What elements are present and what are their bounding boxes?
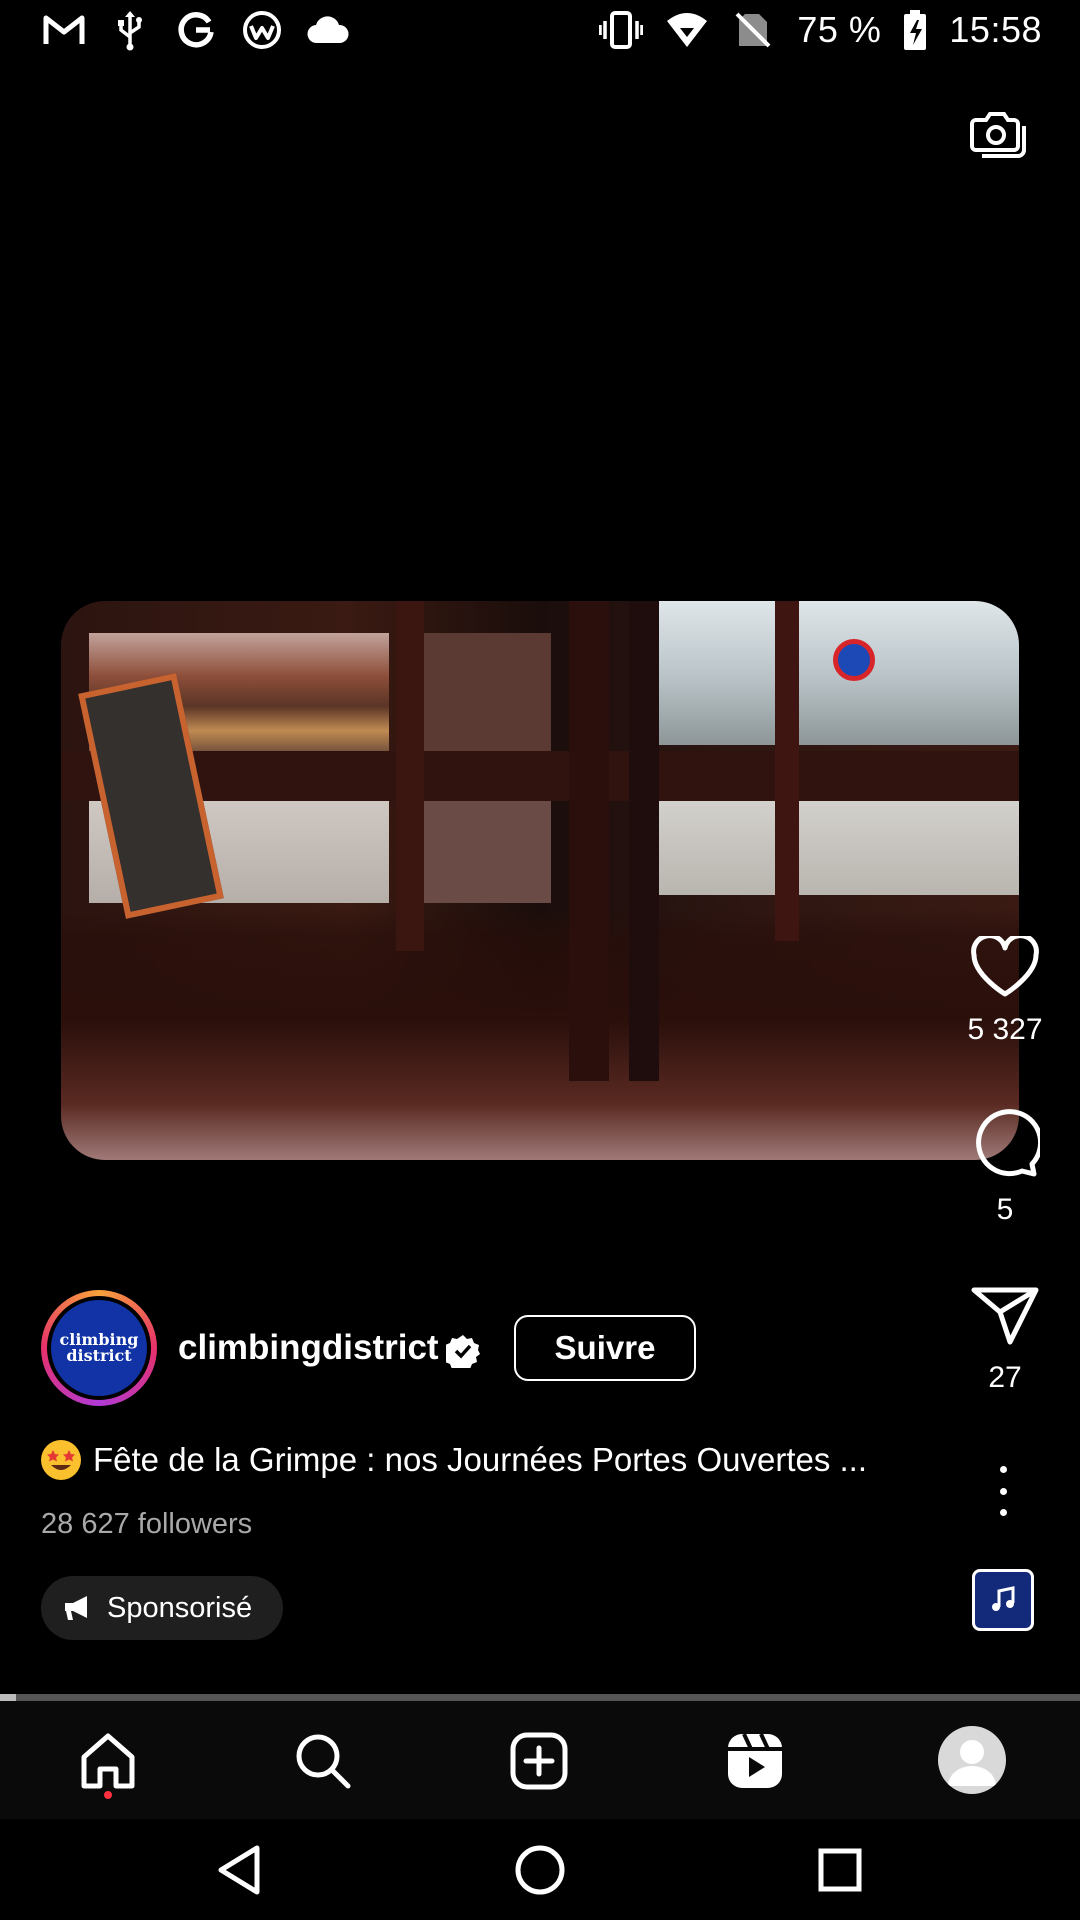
video-frame-post-1	[396, 601, 424, 951]
video-frame-post-3	[775, 601, 799, 941]
follow-button[interactable]: Suivre	[514, 1315, 696, 1381]
vibrate-icon	[599, 8, 644, 52]
battery-percent: 75 %	[797, 9, 882, 50]
more-dot-icon	[999, 1466, 1007, 1473]
system-recents-button[interactable]	[810, 1840, 870, 1900]
status-bar: 75 % 15:58	[0, 0, 1080, 62]
battery-charging-icon	[903, 8, 927, 52]
post-caption[interactable]: Fête de la Grimpe : nos Journées Portes …	[41, 1440, 941, 1480]
audio-thumbnail[interactable]	[972, 1569, 1034, 1631]
verified-badge-icon	[443, 1334, 480, 1373]
comment-button[interactable]: 5	[960, 1108, 1050, 1227]
video-window-mid-top	[421, 633, 551, 755]
account-avatar[interactable]: climbing district	[41, 1290, 157, 1406]
system-back-button[interactable]	[210, 1840, 270, 1900]
reel-video[interactable]	[61, 601, 1019, 1160]
star-struck-emoji-icon	[41, 1440, 81, 1480]
profile-icon	[948, 1740, 996, 1786]
music-note-icon	[992, 1586, 1015, 1611]
video-frame-post-4	[629, 601, 659, 1081]
system-home-button[interactable]	[510, 1840, 570, 1900]
sponsored-label: Sponsorisé	[107, 1591, 253, 1624]
nav-reels[interactable]	[720, 1726, 790, 1796]
home-circle-icon	[515, 1845, 565, 1895]
no-sim-icon	[731, 8, 775, 52]
nav-profile[interactable]	[938, 1726, 1006, 1794]
account-logo: climbing district	[51, 1300, 147, 1396]
nav-home[interactable]	[73, 1726, 143, 1796]
google-icon	[174, 8, 218, 52]
video-frame-post-2	[569, 601, 609, 1081]
sponsored-badge[interactable]: Sponsorisé	[41, 1576, 284, 1640]
gmail-icon	[42, 8, 86, 52]
app-icon	[240, 8, 284, 52]
video-progress-fill	[0, 1694, 17, 1701]
search-icon	[296, 1734, 351, 1789]
megaphone-icon	[65, 1596, 87, 1620]
send-icon	[971, 1287, 1039, 1345]
video-frame-bar	[61, 751, 1019, 801]
nav-create[interactable]	[504, 1726, 574, 1796]
camera-button[interactable]	[968, 104, 1028, 164]
comment-count: 5	[996, 1193, 1014, 1226]
comment-icon	[976, 1109, 1044, 1177]
clock: 15:58	[949, 9, 1042, 50]
account-username[interactable]: climbingdistrict	[178, 1328, 439, 1368]
video-window-right-bottom	[659, 797, 1019, 895]
cloud-icon	[306, 8, 350, 52]
video-progress-track[interactable]	[0, 1694, 1080, 1701]
back-icon	[218, 1845, 260, 1895]
home-icon	[81, 1733, 135, 1789]
share-count: 27	[988, 1361, 1022, 1394]
nav-search[interactable]	[288, 1726, 358, 1796]
like-count: 5 327	[967, 1013, 1043, 1046]
status-left-icons	[42, 8, 350, 52]
camera-icon	[970, 112, 1026, 158]
caption-text: Fête de la Grimpe : nos Journées Portes …	[93, 1441, 868, 1478]
share-button[interactable]: 27	[960, 1286, 1050, 1395]
more-options-button[interactable]	[990, 1466, 1016, 1516]
no-parking-sign	[833, 639, 875, 681]
usb-icon	[108, 8, 152, 52]
heart-icon	[971, 933, 1039, 997]
wifi-icon	[665, 8, 709, 52]
status-right-icons: 75 % 15:58	[599, 8, 1042, 52]
create-icon	[510, 1732, 568, 1790]
video-window-mid-bottom	[421, 801, 551, 903]
home-notification-dot	[104, 1791, 112, 1799]
reels-icon	[728, 1733, 782, 1788]
like-button[interactable]: 5 327	[960, 933, 1050, 1047]
followers-count: 28 627 followers	[41, 1508, 253, 1540]
recents-icon	[818, 1848, 862, 1892]
